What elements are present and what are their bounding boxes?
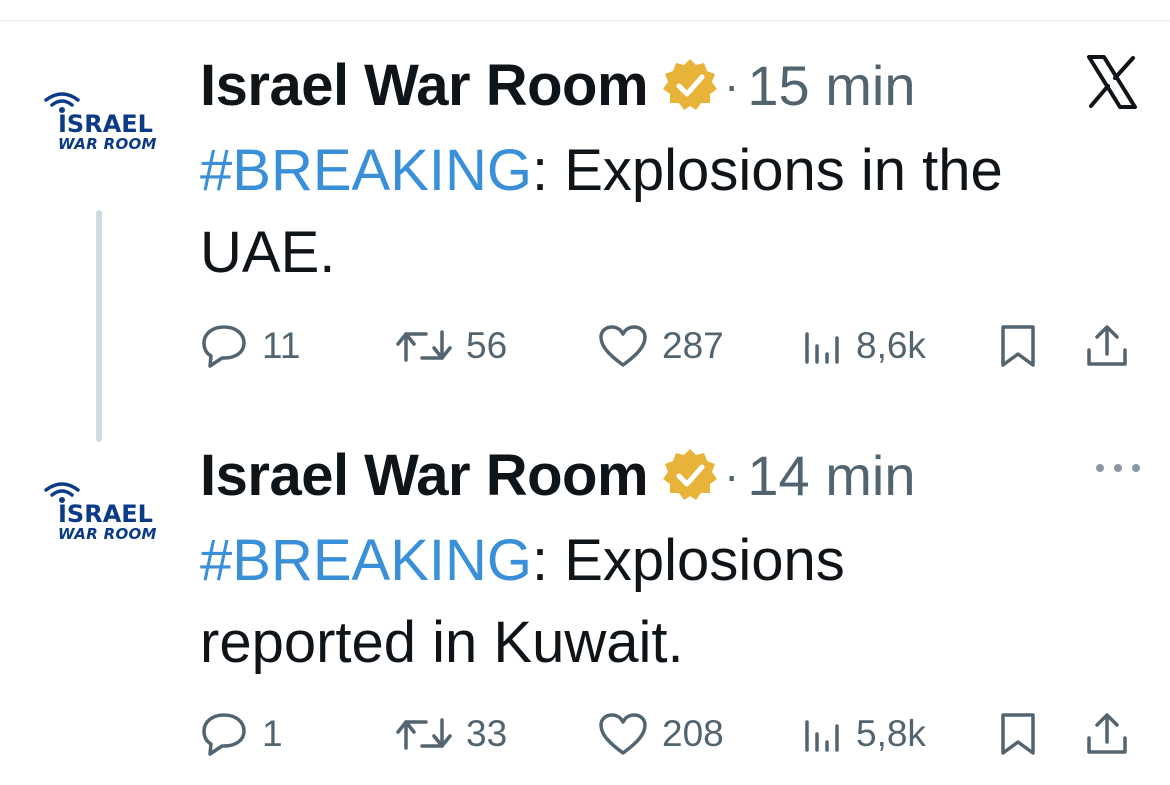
avatar[interactable]: ISRAEL WAR ROOM <box>42 90 164 160</box>
reply-icon <box>202 713 246 756</box>
reply-icon <box>202 325 246 368</box>
reply-count: 1 <box>262 713 283 754</box>
tweet-text-fragment: : Explosions <box>532 528 845 593</box>
reply-button[interactable]: 1 <box>200 704 283 764</box>
top-divider <box>0 20 1170 21</box>
avatar-logo-subtext: WAR ROOM <box>58 135 157 153</box>
tweet-header: Israel War Room · 15 min <box>200 50 915 120</box>
tweet-text-line: UAE. <box>200 220 336 285</box>
avatar-logo-subtext: WAR ROOM <box>58 525 157 543</box>
tweet-text: #BREAKING: Explosions reported in Kuwait… <box>200 520 1100 684</box>
avatar-logo-text: ISRAEL <box>58 110 153 138</box>
tweet-text-line: #BREAKING: Explosions <box>200 520 1100 602</box>
share-icon <box>1087 325 1127 366</box>
repost-icon <box>396 330 452 362</box>
avatar-logo-text: ISRAEL <box>58 500 153 528</box>
share-button[interactable] <box>1084 704 1130 764</box>
bookmark-icon <box>1001 325 1035 367</box>
bookmark-icon <box>1001 713 1035 755</box>
like-button[interactable]: 208 <box>598 704 724 764</box>
tweet-actions: 11 56 287 8,6k <box>200 316 1140 376</box>
views-button[interactable]: 5,8k <box>802 704 926 764</box>
bookmark-button[interactable] <box>998 316 1038 376</box>
views-icon <box>805 332 839 364</box>
repost-count: 33 <box>466 713 508 754</box>
heart-icon <box>599 713 647 755</box>
repost-count: 56 <box>466 325 508 366</box>
share-icon <box>1087 713 1127 754</box>
hashtag-link[interactable]: #BREAKING <box>200 138 532 203</box>
timestamp[interactable]: 15 min <box>747 53 915 118</box>
views-count: 5,8k <box>856 713 926 754</box>
tweet-text: #BREAKING: Explosions in the UAE. <box>200 130 1100 294</box>
heart-icon <box>599 325 647 367</box>
like-count: 287 <box>662 325 724 366</box>
like-count: 208 <box>662 713 724 754</box>
share-button[interactable] <box>1084 316 1130 376</box>
views-button[interactable]: 8,6k <box>802 316 926 376</box>
author-name[interactable]: Israel War Room <box>200 52 649 119</box>
hashtag-link[interactable]: #BREAKING <box>200 528 532 593</box>
reply-button[interactable]: 11 <box>200 316 300 376</box>
bookmark-button[interactable] <box>998 704 1038 764</box>
timestamp[interactable]: 14 min <box>747 443 915 508</box>
avatar[interactable]: ISRAEL WAR ROOM <box>42 480 164 550</box>
verified-badge-icon <box>663 449 718 500</box>
separator-dot: · <box>724 449 740 501</box>
repost-icon <box>396 718 452 750</box>
reply-count: 11 <box>262 325 301 366</box>
separator-dot: · <box>724 59 740 111</box>
tweet-text-line: #BREAKING: Explosions in the <box>200 130 1100 212</box>
tweet-actions: 1 33 208 5,8k <box>200 704 1140 764</box>
verified-badge-icon <box>663 59 718 110</box>
author-name[interactable]: Israel War Room <box>200 442 649 509</box>
like-button[interactable]: 287 <box>598 316 724 376</box>
tweet-header: Israel War Room · 14 min <box>200 440 915 510</box>
tweet[interactable]: ISRAEL WAR ROOM Israel War Room · 14 min… <box>0 440 1170 780</box>
tweet[interactable]: ISRAEL WAR ROOM Israel War Room · 15 min… <box>0 50 1170 380</box>
tweet-text-fragment: : Explosions in the <box>532 138 1003 203</box>
tweet-text-line: reported in Kuwait. <box>200 610 684 675</box>
views-icon <box>805 720 839 752</box>
repost-button[interactable]: 33 <box>396 704 507 764</box>
views-count: 8,6k <box>856 325 926 366</box>
repost-button[interactable]: 56 <box>396 316 507 376</box>
